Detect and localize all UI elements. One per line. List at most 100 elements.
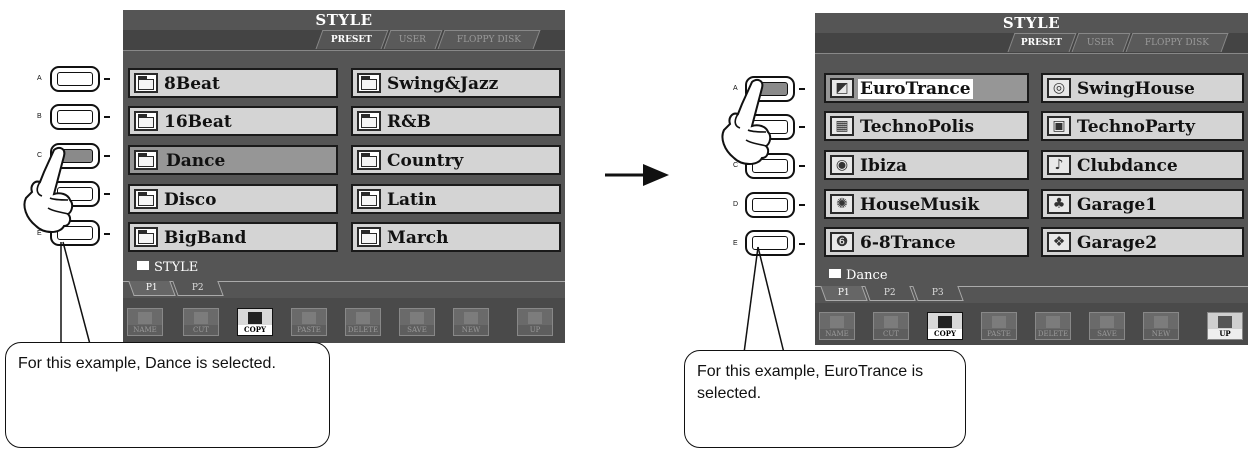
button-d-connector: [799, 204, 805, 206]
copy-icon: [248, 312, 262, 324]
up-folder-icon: [528, 312, 542, 324]
page-tab-p1[interactable]: P1: [820, 286, 868, 301]
button-b-connector: [799, 126, 805, 128]
folder-icon: [357, 150, 381, 170]
folder-icon: [134, 111, 158, 131]
garage1-icon: ♣: [1047, 194, 1071, 214]
trash-icon: [356, 312, 370, 324]
style-item[interactable]: Latin: [351, 184, 561, 214]
scissors-icon: [194, 312, 208, 324]
button-c-connector: [104, 155, 110, 157]
button-a-connector: [799, 88, 805, 90]
paste-icon: [302, 312, 316, 324]
copy-icon: [938, 316, 952, 328]
floppy-icon: [410, 312, 424, 324]
delete-button[interactable]: DELETE: [345, 308, 381, 336]
paste-icon: [992, 316, 1006, 328]
name-button[interactable]: NAME: [127, 308, 163, 336]
clubdance-icon: ♪: [1047, 155, 1071, 175]
up-folder-icon: [1218, 316, 1232, 328]
style-item[interactable]: 8Beat: [128, 68, 338, 98]
up-button[interactable]: UP: [1207, 312, 1243, 340]
new-button[interactable]: NEW: [453, 308, 489, 336]
eurotrance-icon: ◩: [830, 78, 854, 98]
style-item[interactable]: ▣ TechnoParty: [1041, 111, 1244, 141]
style-item[interactable]: ◎ SwingHouse: [1041, 73, 1244, 103]
style-item[interactable]: March: [351, 222, 561, 252]
copy-button[interactable]: COPY: [237, 308, 273, 336]
source-tabs: PRESET USER FLOPPY DISK: [123, 30, 565, 51]
page-tab-p2[interactable]: P2: [864, 286, 916, 301]
panel-button-b[interactable]: [50, 104, 100, 130]
page-tab-p3[interactable]: P3: [912, 286, 964, 301]
style-item[interactable]: 16Beat: [128, 106, 338, 136]
name-button[interactable]: NAME: [819, 312, 855, 340]
button-a-connector: [104, 78, 110, 80]
callout-left: For this example, Dance is selected.: [5, 342, 330, 448]
name-icon: [830, 316, 844, 328]
tab-floppy-disk[interactable]: FLOPPY DISK: [1125, 33, 1229, 52]
style-item[interactable]: BigBand: [128, 222, 338, 252]
save-button[interactable]: SAVE: [399, 308, 435, 336]
paste-button[interactable]: PASTE: [981, 312, 1017, 340]
source-tabs: PRESET USER FLOPPY DISK: [815, 33, 1248, 54]
screen-title: STYLE: [1002, 14, 1061, 32]
button-letter-e: E: [733, 240, 738, 247]
current-path: Dance: [829, 268, 888, 283]
technoparty-icon: ▣: [1047, 116, 1071, 136]
housemusik-icon: ✺: [830, 194, 854, 214]
style-item-selected[interactable]: Dance: [128, 145, 338, 175]
save-button[interactable]: SAVE: [1089, 312, 1125, 340]
cut-button[interactable]: CUT: [873, 312, 909, 340]
style-item-selected[interactable]: ◩ EuroTrance: [824, 73, 1029, 103]
page-tab-p2[interactable]: P2: [172, 281, 224, 296]
style-item[interactable]: R&B: [351, 106, 561, 136]
ibiza-icon: ◉: [830, 155, 854, 175]
button-c-connector: [799, 165, 805, 167]
button-letter-a: A: [37, 75, 42, 82]
swinghouse-icon: ◎: [1047, 78, 1071, 98]
style-item[interactable]: ❻ 6-8Trance: [824, 227, 1029, 257]
style-item[interactable]: Swing&Jazz: [351, 68, 561, 98]
folder-icon: [134, 227, 158, 247]
button-d-connector: [104, 193, 110, 195]
tab-user[interactable]: USER: [1071, 33, 1131, 52]
callout-pointer-lines: [60, 241, 92, 349]
new-folder-icon: [1154, 316, 1168, 328]
trash-icon: [1046, 316, 1060, 328]
tab-preset[interactable]: PRESET: [315, 30, 389, 49]
folder-icon: [357, 189, 381, 209]
function-bar: NAME CUT COPY PASTE DELETE SAVE NEW UP: [815, 303, 1248, 345]
copy-button[interactable]: COPY: [927, 312, 963, 340]
panel-button-d[interactable]: [745, 192, 795, 218]
tab-user[interactable]: USER: [383, 30, 443, 49]
folder-icon: [134, 150, 158, 170]
up-button[interactable]: UP: [517, 308, 553, 336]
current-path: STYLE: [137, 260, 198, 275]
pointing-hand-icon: [721, 79, 772, 165]
scissors-icon: [884, 316, 898, 328]
style-item[interactable]: ◉ Ibiza: [824, 150, 1029, 180]
page-tab-p1[interactable]: P1: [128, 281, 176, 296]
style-item[interactable]: Country: [351, 145, 561, 175]
style-item[interactable]: ♪ Clubdance: [1041, 150, 1244, 180]
delete-button[interactable]: DELETE: [1035, 312, 1071, 340]
button-e-connector: [799, 243, 805, 245]
folder-icon: [357, 73, 381, 93]
tab-floppy-disk[interactable]: FLOPPY DISK: [437, 30, 541, 49]
cut-button[interactable]: CUT: [183, 308, 219, 336]
style-item[interactable]: Disco: [128, 184, 338, 214]
right-style-screen: STYLE PRESET USER FLOPPY DISK ◩ EuroTranc…: [815, 13, 1248, 345]
style-item[interactable]: ✺ HouseMusik: [824, 189, 1029, 219]
new-folder-icon: [464, 312, 478, 324]
right-arrow-icon: [605, 164, 669, 186]
tab-preset[interactable]: PRESET: [1007, 33, 1077, 52]
new-button[interactable]: NEW: [1143, 312, 1179, 340]
style-item[interactable]: ♣ Garage1: [1041, 189, 1244, 219]
folder-icon: [829, 269, 841, 278]
style-item[interactable]: ▦ TechnoPolis: [824, 111, 1029, 141]
panel-button-a[interactable]: [50, 66, 100, 92]
paste-button[interactable]: PASTE: [291, 308, 327, 336]
callout-pointer-lines: [743, 246, 785, 354]
style-item[interactable]: ❖ Garage2: [1041, 227, 1244, 257]
